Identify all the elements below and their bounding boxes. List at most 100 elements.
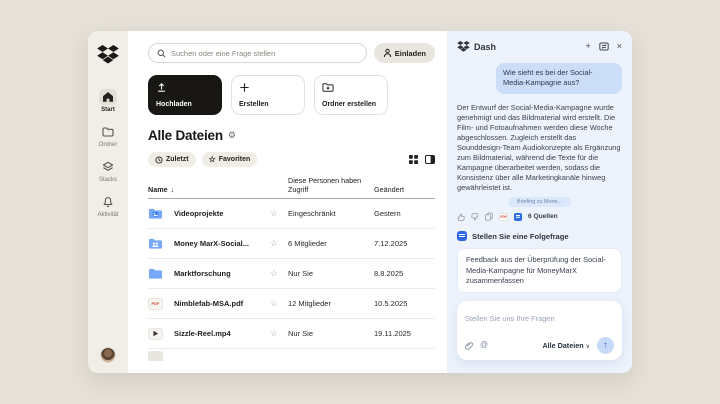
source-pill[interactable]: Briefing zu Mone... — [508, 197, 571, 207]
filter-favorites-label: Favoriten — [219, 156, 251, 163]
paperclip-icon[interactable] — [465, 341, 473, 350]
column-name[interactable]: Name — [148, 185, 168, 194]
suggestion-card[interactable]: Feedback aus der Überprüfung der Social-… — [457, 248, 622, 293]
table-row[interactable]: Money MarX-Social... ☆ 6 Mitglieder 7.12… — [148, 229, 435, 259]
sidebar-item-label: Stacks — [99, 177, 117, 183]
dropbox-logo-icon — [97, 45, 119, 69]
favorite-star-icon[interactable]: ☆ — [270, 298, 288, 309]
table-row[interactable]: Marktforschung ☆ Nur Sie 8.8.2025 — [148, 259, 435, 289]
file-name: Videoprojekte — [174, 209, 270, 218]
send-arrow-icon: ↑ — [603, 341, 608, 351]
file-table-body: Videoprojekte ☆ Eingeschränkt Gestern Mo… — [148, 199, 435, 349]
sidebar-item-start[interactable]: Start — [99, 89, 117, 113]
favorite-star-icon[interactable]: ☆ — [270, 328, 288, 339]
pdf-icon: PDF — [148, 298, 174, 310]
dash-question-input[interactable] — [465, 314, 614, 323]
favorite-star-icon[interactable]: ☆ — [270, 208, 288, 219]
thumbs-down-icon[interactable] — [471, 213, 479, 221]
close-icon[interactable]: × — [617, 42, 622, 51]
folder-image-icon — [148, 207, 174, 220]
column-modified[interactable]: Geändert — [374, 185, 435, 194]
send-button[interactable]: ↑ — [597, 337, 614, 354]
folder-icon — [148, 267, 174, 280]
page-title: Alle Dateien — [148, 128, 223, 143]
column-access[interactable]: Diese Personen haben Zugriff — [288, 176, 374, 194]
file-table: Name ↓ Diese Personen haben Zugriff Geän… — [148, 176, 435, 363]
bell-icon — [99, 194, 117, 210]
create-button[interactable]: Erstellen — [231, 75, 305, 115]
file-name: Marktforschung — [174, 269, 270, 278]
table-row[interactable]: PDF Nimblefab-MSA.pdf ☆ 12 Mitglieder 10… — [148, 289, 435, 319]
main-content: Einladen Hochladen Erstellen Ordner — [128, 31, 447, 373]
file-access: 6 Mitglieder — [288, 239, 374, 248]
folder-shared-icon — [148, 237, 174, 250]
favorite-star-icon[interactable]: ☆ — [270, 268, 288, 279]
star-icon: ☆ — [209, 156, 216, 164]
source-doc-icon[interactable] — [514, 213, 522, 221]
filter-recent-chip[interactable]: Zuletzt — [148, 152, 196, 167]
file-access: 12 Mitglieder — [288, 299, 374, 308]
source-pdf-icon[interactable]: PDF — [499, 213, 508, 221]
upload-icon — [156, 82, 167, 93]
invite-label: Einladen — [395, 49, 426, 58]
sort-down-icon[interactable]: ↓ — [171, 185, 175, 194]
sidebar-item-stacks[interactable]: Stacks — [99, 159, 117, 183]
copy-icon[interactable] — [485, 212, 493, 221]
chat-bubble-icon — [457, 231, 467, 241]
create-folder-label: Ordner erstellen — [322, 101, 376, 108]
new-chat-icon[interactable]: + — [585, 42, 590, 51]
ai-response-text: Der Entwurf der Social-Media-Kampagne wu… — [457, 103, 622, 194]
upload-button[interactable]: Hochladen — [148, 75, 222, 115]
favorite-star-icon[interactable]: ☆ — [270, 238, 288, 249]
search-input[interactable] — [171, 49, 358, 58]
thumbs-up-icon[interactable] — [457, 213, 465, 221]
scope-label: Alle Dateien — [542, 341, 583, 350]
file-name: Nimblefab-MSA.pdf — [174, 299, 270, 308]
table-row[interactable]: Videoprojekte ☆ Eingeschränkt Gestern — [148, 199, 435, 229]
chevron-down-icon: ∨ — [586, 344, 590, 350]
followup-label: Stellen Sie eine Folgefrage — [472, 232, 569, 241]
app-window: Start Ordner Stacks Aktivität — [88, 31, 632, 373]
sidebar-item-label: Aktivität — [97, 212, 118, 218]
user-avatar[interactable] — [100, 347, 116, 363]
sidebar-item-aktivitaet[interactable]: Aktivität — [97, 194, 118, 218]
file-modified: 8.8.2025 — [374, 269, 435, 278]
create-folder-button[interactable]: Ordner erstellen — [314, 75, 388, 115]
video-icon — [148, 328, 174, 340]
sidebar: Start Ordner Stacks Aktivität — [88, 31, 128, 373]
file-name: Money MarX-Social... — [174, 239, 270, 248]
at-mention-icon[interactable]: @ — [480, 341, 488, 349]
scope-dropdown[interactable]: Alle Dateien ∨ — [542, 341, 590, 350]
grid-view-icon[interactable] — [409, 155, 418, 164]
file-modified: 10.5.2025 — [374, 299, 435, 308]
gear-icon[interactable]: ⚙ — [228, 131, 236, 140]
plus-icon — [239, 82, 250, 93]
dash-logo-icon — [457, 41, 470, 52]
sidebar-item-label: Ordner — [99, 142, 118, 148]
filter-favorites-chip[interactable]: ☆ Favoriten — [202, 152, 258, 167]
feedback-row: PDF 6 Quellen — [457, 212, 622, 221]
dash-panel: Dash + × Wie sieht es bei der Social-Med… — [447, 31, 632, 373]
history-icon[interactable] — [599, 42, 609, 51]
invite-button[interactable]: Einladen — [374, 43, 435, 63]
split-view-icon[interactable] — [425, 155, 435, 164]
file-name: Sizzle-Reel.mp4 — [174, 329, 270, 338]
upload-label: Hochladen — [156, 101, 192, 108]
folder-plus-icon — [322, 82, 334, 93]
search-bar[interactable] — [148, 43, 367, 63]
dash-title: Dash — [474, 42, 496, 52]
create-label: Erstellen — [239, 101, 269, 108]
file-access: Eingeschränkt — [288, 209, 374, 218]
file-modified: 7.12.2025 — [374, 239, 435, 248]
sidebar-item-ordner[interactable]: Ordner — [99, 124, 118, 148]
file-icon — [148, 351, 163, 361]
table-row[interactable]: Sizzle-Reel.mp4 ☆ Nur Sie 19.11.2025 — [148, 319, 435, 349]
file-modified: 19.11.2025 — [374, 329, 435, 338]
table-header: Name ↓ Diese Personen haben Zugriff Geän… — [148, 176, 435, 199]
dash-input-card[interactable]: @ Alle Dateien ∨ ↑ — [457, 301, 622, 360]
filter-recent-label: Zuletzt — [166, 156, 189, 163]
table-row-partial — [148, 349, 435, 363]
stacks-icon — [99, 159, 117, 175]
sources-count[interactable]: 6 Quellen — [528, 213, 558, 220]
home-icon — [99, 89, 117, 105]
